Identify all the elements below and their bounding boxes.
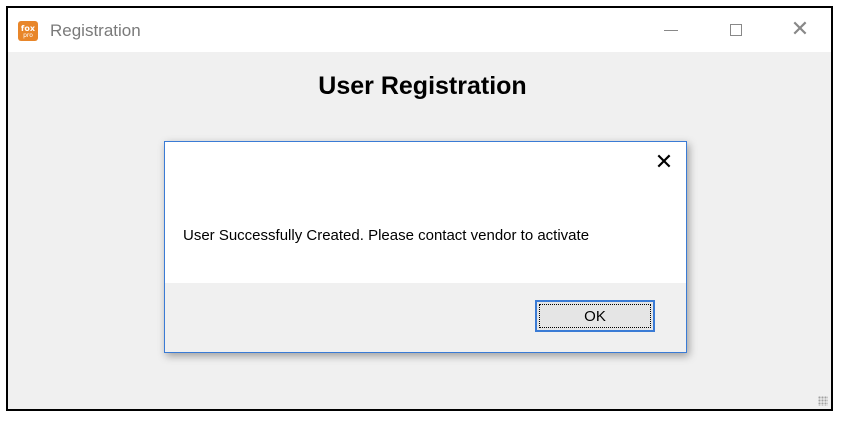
ok-button[interactable]: OK bbox=[535, 300, 655, 332]
app-icon-text-bottom: pro bbox=[23, 31, 33, 39]
app-icon[interactable]: fox pro bbox=[18, 21, 38, 41]
window-title: Registration bbox=[50, 21, 141, 40]
close-icon: ✕ bbox=[790, 17, 810, 42]
message-dialog: ✕ User Successfully Created. Please cont… bbox=[164, 141, 687, 353]
maximize-icon bbox=[730, 24, 742, 36]
page-heading: User Registration bbox=[8, 72, 831, 101]
minimize-button[interactable] bbox=[648, 8, 694, 52]
minimize-icon bbox=[664, 29, 678, 31]
maximize-button[interactable] bbox=[713, 8, 759, 52]
title-bar[interactable]: fox pro Registration ✕ bbox=[8, 8, 831, 52]
dialog-body: ✕ User Successfully Created. Please cont… bbox=[165, 142, 686, 283]
ok-button-label: OK bbox=[584, 307, 606, 325]
close-icon: ✕ bbox=[654, 150, 674, 175]
window-close-button[interactable]: ✕ bbox=[777, 8, 823, 52]
dialog-message: User Successfully Created. Please contac… bbox=[183, 227, 590, 244]
dialog-close-button[interactable]: ✕ bbox=[649, 150, 679, 176]
resize-grip-icon[interactable] bbox=[818, 396, 828, 406]
page-heading-text: User Registration bbox=[318, 72, 527, 100]
